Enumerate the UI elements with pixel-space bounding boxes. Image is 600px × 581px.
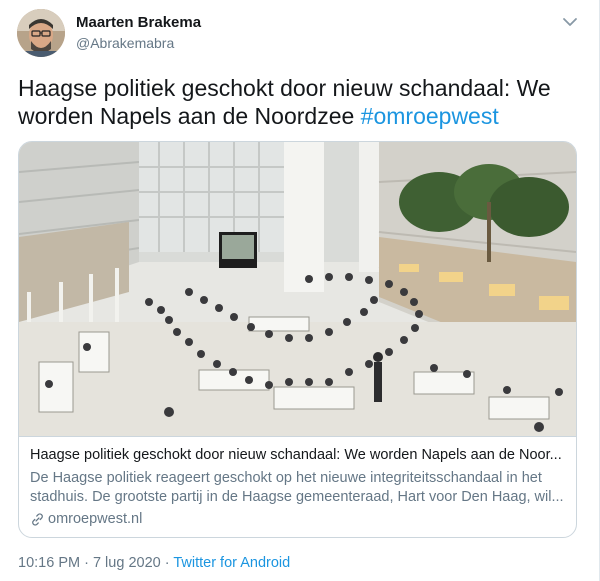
card-title: Haagse politiek geschokt door nieuw scha… [30, 447, 562, 463]
meta-separator-2: · [160, 555, 174, 571]
avatar[interactable] [17, 9, 65, 57]
tweet-time[interactable]: 10:16 PM [18, 555, 80, 571]
avatar-photo [17, 9, 65, 57]
tweet-meta: 10:16 PM · 7 lug 2020 · Twitter for Andr… [18, 555, 290, 571]
tweet-text: Haagse politiek geschokt door nieuw scha… [18, 74, 578, 130]
card-description: De Haagse politiek reageert geschokt op … [30, 470, 564, 505]
card-image [19, 142, 576, 436]
meta-separator: · [80, 555, 93, 571]
card-domain: omroepwest.nl [30, 511, 142, 527]
hashtag-link[interactable]: #omroepwest [361, 103, 499, 129]
link-card[interactable]: Haagse politiek geschokt door nieuw scha… [18, 141, 577, 538]
author-name[interactable]: Maarten Brakema [76, 14, 201, 31]
tweet-date[interactable]: 7 lug 2020 [93, 555, 161, 571]
link-icon [32, 512, 43, 526]
more-options-button[interactable] [560, 12, 580, 32]
author-handle[interactable]: @Abrakemabra [76, 35, 174, 51]
card-domain-text: omroepwest.nl [48, 511, 143, 527]
tweet-source[interactable]: Twitter for Android [173, 555, 290, 571]
tweet: Maarten Brakema @Abrakemabra Haagse poli… [0, 0, 600, 581]
chevron-down-icon [563, 18, 577, 26]
card-body: Haagse politiek geschokt door nieuw scha… [19, 436, 576, 537]
